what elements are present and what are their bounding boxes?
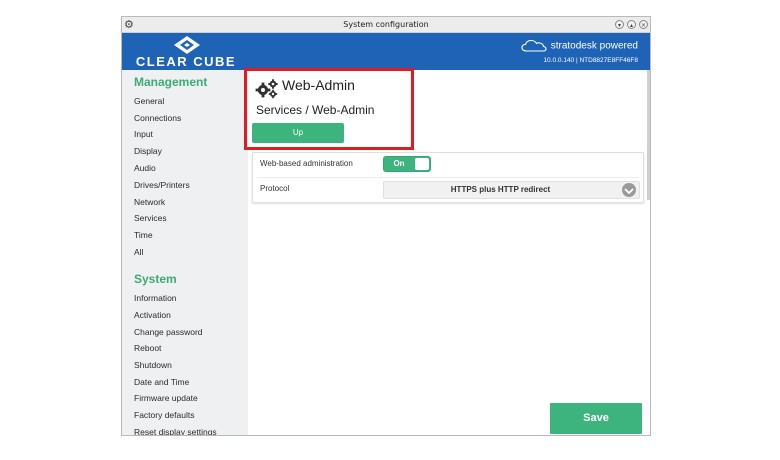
sidebar-section-system: System <box>134 272 177 286</box>
sidebar-item-time[interactable]: Time <box>134 230 153 240</box>
toggle-knob <box>415 158 429 170</box>
protocol-label: Protocol <box>260 184 290 193</box>
app-header: CLEAR CUBE stratodesk powered 10.0.0.140… <box>122 33 650 70</box>
sidebar-item-display[interactable]: Display <box>134 146 162 156</box>
minimize-button[interactable]: ▾ <box>615 20 624 29</box>
page-title: Web-Admin <box>282 77 355 93</box>
web-admin-toggle[interactable]: On <box>383 156 431 172</box>
row-divider <box>257 177 639 178</box>
up-button[interactable]: Up <box>252 123 344 143</box>
sidebar-item-general[interactable]: General <box>134 96 164 106</box>
sidebar-item-connections[interactable]: Connections <box>134 113 181 123</box>
save-button[interactable]: Save <box>550 403 642 434</box>
sidebar-item-reset-display-settings[interactable]: Reset display settings <box>134 427 217 435</box>
device-info: 10.0.0.140 | NTD8827E8FF46F8 <box>543 57 638 64</box>
stratodesk-badge: stratodesk powered 10.0.0.140 | NTD8827E… <box>521 39 638 66</box>
sidebar-item-input[interactable]: Input <box>134 129 153 139</box>
close-button[interactable]: × <box>639 20 648 29</box>
brand-name: CLEAR CUBE <box>135 54 237 69</box>
sidebar-item-information[interactable]: Information <box>134 293 177 303</box>
web-admin-settings-card: Web-based administration On Protocol HTT… <box>252 152 644 203</box>
sidebar-item-factory-defaults[interactable]: Factory defaults <box>134 410 194 420</box>
protocol-select[interactable]: HTTPS plus HTTP redirect <box>383 181 640 199</box>
stratodesk-cloud-icon <box>521 39 547 52</box>
sidebar-item-services[interactable]: Services <box>134 213 167 223</box>
sidebar-item-date-and-time[interactable]: Date and Time <box>134 377 189 387</box>
sidebar-item-firmware-update[interactable]: Firmware update <box>134 393 198 403</box>
protocol-selected-value: HTTPS plus HTTP redirect <box>450 185 551 194</box>
sidebar-item-network[interactable]: Network <box>134 197 165 207</box>
web-admin-label: Web-based administration <box>260 159 353 168</box>
powered-by-text: stratodesk powered <box>550 40 638 52</box>
breadcrumb: Services / Web-Admin <box>256 103 375 117</box>
toggle-state-label: On <box>393 159 405 168</box>
sidebar-item-change-password[interactable]: Change password <box>134 327 203 337</box>
system-configuration-window: ⚙ System configuration ▾ ▴ × CLEAR CUBE … <box>121 16 651 436</box>
sidebar-item-shutdown[interactable]: Shutdown <box>134 360 172 370</box>
clearcube-logo-mark <box>174 36 200 54</box>
window-title: System configuration <box>343 20 429 29</box>
sidebar: Management General Connections Input Dis… <box>122 70 248 435</box>
gears-icon <box>255 79 278 99</box>
maximize-button[interactable]: ▴ <box>627 20 636 29</box>
chevron-down-icon <box>622 183 636 197</box>
sidebar-section-management: Management <box>134 75 208 89</box>
main-content: Web-Admin Services / Web-Admin Up Web-ba… <box>248 70 650 435</box>
sidebar-item-audio[interactable]: Audio <box>134 163 156 173</box>
sidebar-item-drives-printers[interactable]: Drives/Printers <box>134 180 190 190</box>
sidebar-item-reboot[interactable]: Reboot <box>134 343 161 353</box>
clearcube-logo: CLEAR CUBE <box>134 35 238 70</box>
window-titlebar: ⚙ System configuration ▾ ▴ × <box>122 17 650 33</box>
scrollbar[interactable] <box>647 70 650 200</box>
sidebar-item-all[interactable]: All <box>134 247 143 257</box>
sidebar-item-activation[interactable]: Activation <box>134 310 171 320</box>
